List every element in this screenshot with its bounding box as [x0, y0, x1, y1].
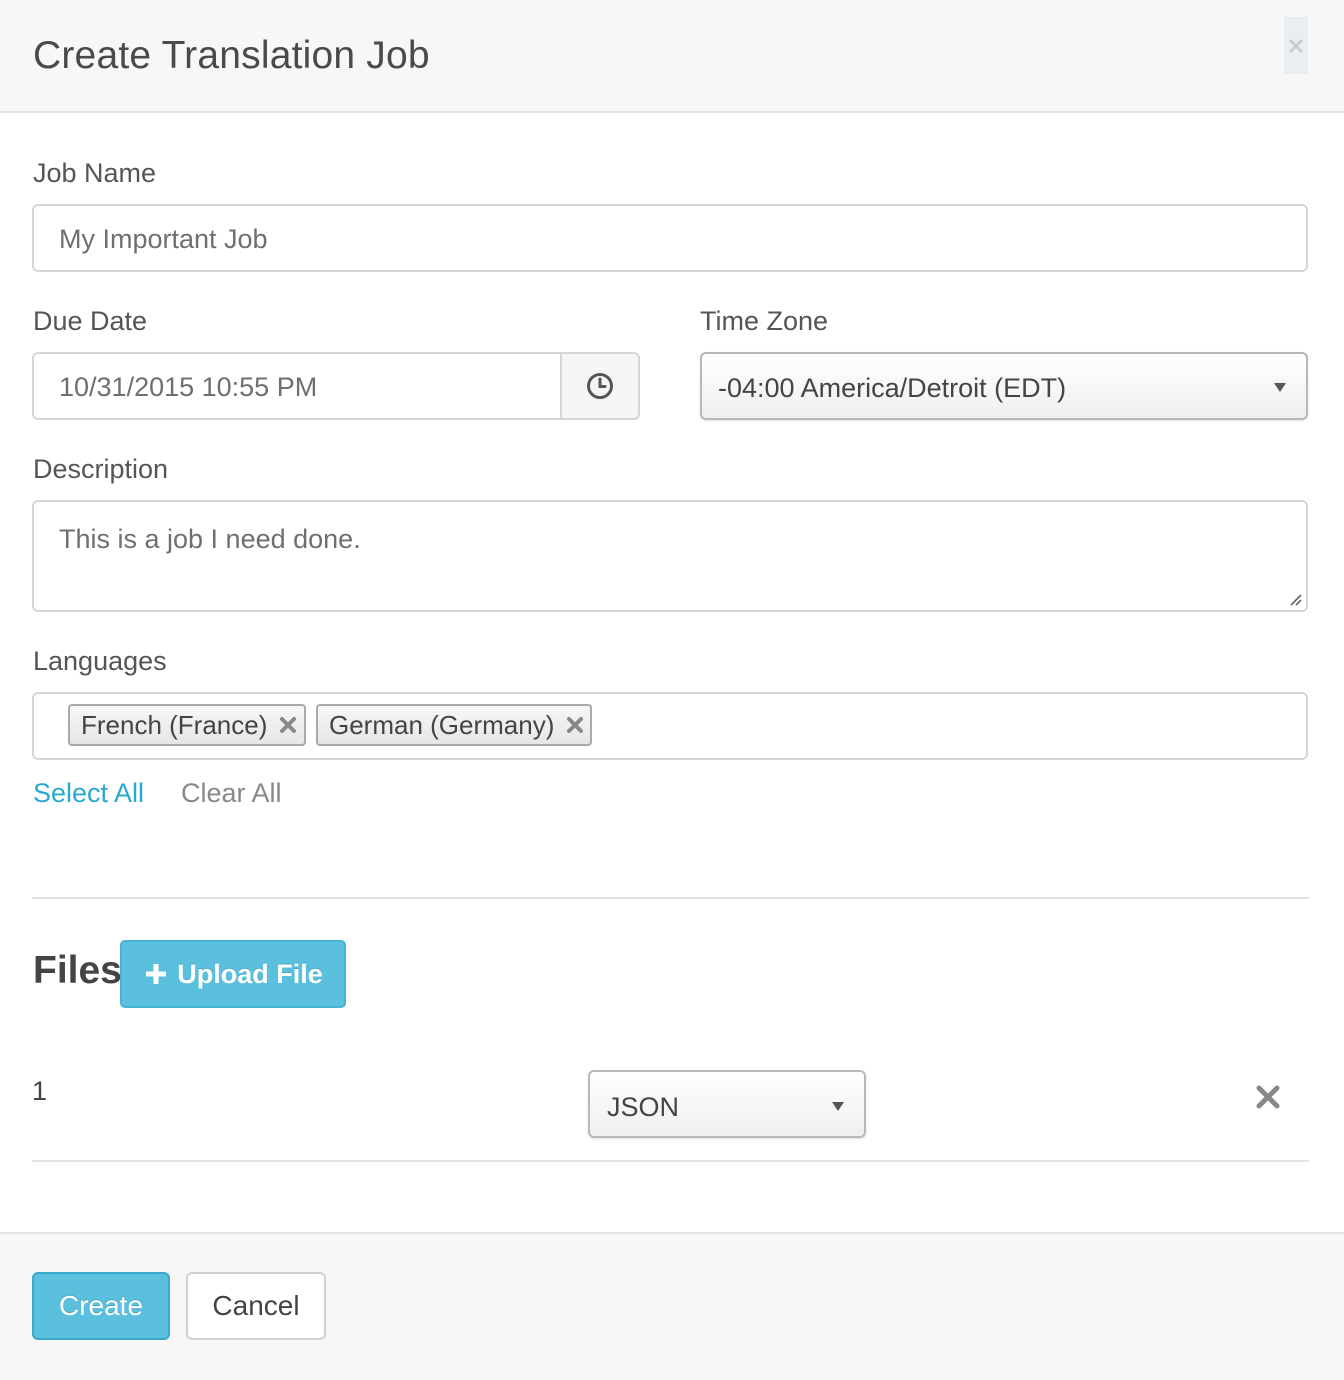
language-chip-label: German (Germany)	[329, 709, 555, 740]
time-zone-selected: -04:00 America/Detroit (EDT)	[718, 373, 1067, 403]
remove-file-button[interactable]	[1255, 1084, 1281, 1110]
due-date-picker-button[interactable]	[560, 352, 640, 420]
language-chip: German (Germany)	[316, 704, 592, 746]
due-date-label: Due Date	[33, 306, 148, 336]
due-date-input[interactable]: 10/31/2015 10:55 PM	[32, 352, 562, 420]
close-icon	[567, 717, 584, 733]
due-date-value: 10/31/2015 10:55 PM	[59, 372, 318, 402]
select-all-link[interactable]: Select All	[33, 778, 144, 809]
create-translation-job-dialog: Create Translation Job Job Name My Impor…	[0, 0, 1344, 1380]
close-button[interactable]	[1284, 17, 1308, 74]
time-zone-select[interactable]: -04:00 America/Detroit (EDT)	[700, 352, 1308, 420]
file-format-selected: JSON	[607, 1092, 680, 1122]
description-label: Description	[33, 454, 169, 484]
upload-file-label: Upload File	[177, 958, 323, 989]
chevron-down-icon	[832, 1102, 844, 1111]
language-chip: French (France)	[68, 704, 306, 746]
languages-label: Languages	[33, 646, 167, 676]
modal-header: Create Translation Job	[0, 0, 1344, 113]
job-name-value: My Important Job	[59, 224, 268, 254]
resize-grip-icon[interactable]	[1288, 592, 1302, 606]
job-name-input[interactable]: My Important Job	[32, 204, 1308, 272]
upload-file-button[interactable]: Upload File	[120, 940, 346, 1008]
clear-all-link[interactable]: Clear All	[181, 778, 282, 809]
close-icon	[280, 717, 297, 733]
remove-language-button[interactable]	[277, 714, 299, 736]
section-divider	[32, 897, 1309, 899]
clock-icon	[587, 373, 613, 399]
description-value: This is a job I need done.	[59, 524, 361, 554]
file-row-index: 1	[32, 1076, 48, 1106]
time-zone-label: Time Zone	[700, 306, 829, 336]
file-row-divider	[32, 1160, 1309, 1162]
description-textarea[interactable]: This is a job I need done.	[32, 500, 1308, 612]
job-name-label: Job Name	[33, 158, 157, 188]
file-format-select[interactable]: JSON	[588, 1070, 866, 1138]
language-chip-label: French (France)	[81, 709, 268, 740]
files-heading: Files	[33, 949, 122, 992]
close-icon	[1289, 39, 1303, 52]
create-button[interactable]: Create	[32, 1272, 170, 1340]
plus-icon	[146, 964, 167, 984]
cancel-button[interactable]: Cancel	[186, 1272, 326, 1340]
remove-language-button[interactable]	[564, 714, 586, 736]
chevron-down-icon	[1274, 383, 1286, 392]
modal-title: Create Translation Job	[33, 34, 430, 77]
